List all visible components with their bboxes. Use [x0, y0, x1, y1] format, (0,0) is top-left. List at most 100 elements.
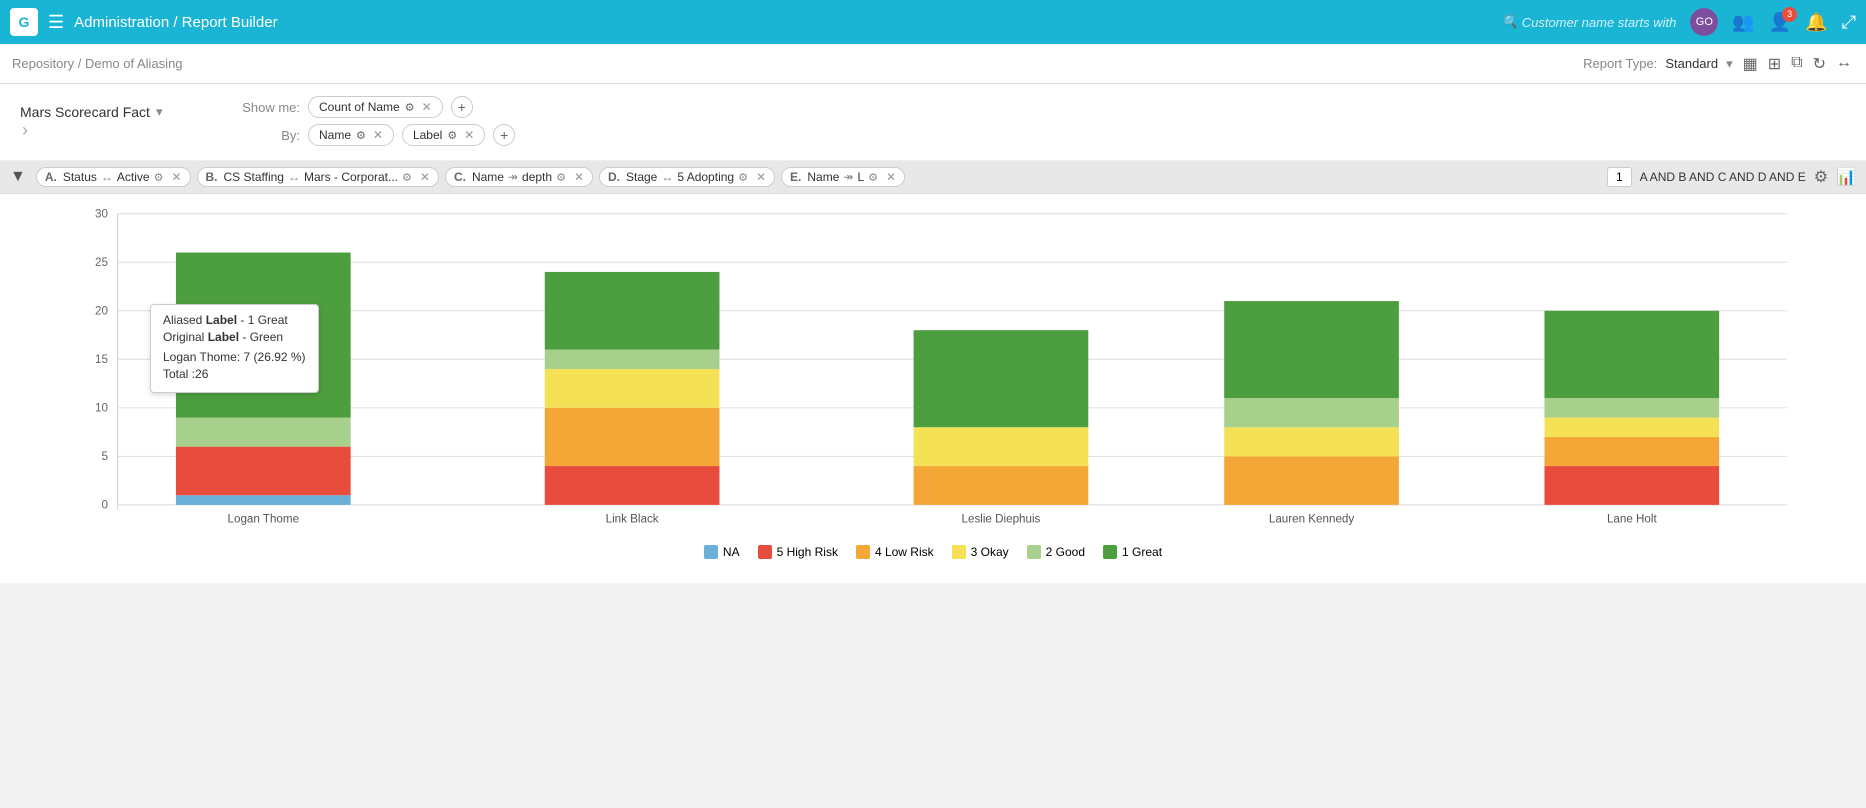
expand-icon[interactable]: ⤢	[1842, 12, 1856, 33]
collapse-arrow[interactable]: ›	[22, 120, 30, 141]
filter-d-gear-icon[interactable]: ⚙	[738, 171, 748, 184]
filter-b-gear-icon[interactable]: ⚙	[402, 171, 412, 184]
show-me-close-icon[interactable]: ✕	[422, 100, 432, 114]
by-label-gear-icon[interactable]: ⚙	[447, 129, 457, 142]
legend-good: 2 Good	[1027, 545, 1085, 559]
filter-d-arrow: ↔	[661, 170, 673, 184]
filter-e-id: E.	[790, 170, 801, 184]
filter-a-close-icon[interactable]: ✕	[171, 170, 181, 184]
legend-na-label: NA	[723, 545, 740, 559]
filter-e-close-icon[interactable]: ✕	[886, 170, 896, 184]
legend-good-label: 2 Good	[1046, 545, 1085, 559]
user-avatar[interactable]: GO	[1690, 8, 1718, 36]
report-type-value: Standard	[1665, 56, 1718, 71]
by-row: By: Name ⚙ ✕ Label ⚙ ✕ +	[240, 124, 1846, 146]
report-type-section: Report Type: Standard ▾ ▦ ⊞ ⧉ ↻ ↔	[1583, 52, 1854, 76]
by-name-gear-icon[interactable]: ⚙	[356, 129, 366, 142]
bell-icon[interactable]: 🔔	[1805, 12, 1827, 33]
notification-badge: 3	[1782, 7, 1797, 22]
filter-d-value: 5 Adopting	[677, 170, 734, 184]
bar-leslie-lowrisk	[914, 466, 1089, 505]
legend-great-label: 1 Great	[1122, 545, 1162, 559]
legend-lowrisk: 4 Low Risk	[856, 545, 934, 559]
svg-text:Leslie Diephuis: Leslie Diephuis	[962, 512, 1041, 525]
page-title: Administration / Report Builder	[74, 14, 1491, 31]
filter-a-arrow: ↔	[101, 170, 113, 184]
legend-okay: 3 Okay	[952, 545, 1009, 559]
avatar-icon[interactable]: GO	[1690, 8, 1718, 36]
show-me-pill[interactable]: Count of Name ⚙ ✕	[308, 96, 443, 118]
bar-link-lowrisk	[545, 408, 720, 466]
sub-navigation: Repository / Demo of Aliasing Report Typ…	[0, 44, 1866, 84]
bar-chart: 0 5 10 15 20 25 30 Logan Thome	[20, 204, 1846, 534]
legend-okay-swatch	[952, 545, 966, 559]
search-placeholder: Customer name starts with	[1522, 15, 1677, 30]
detail-view-icon[interactable]: ⊞	[1766, 52, 1783, 76]
user-profile-icon[interactable]: 👤 3	[1769, 12, 1791, 33]
filter-c-gear-icon[interactable]: ⚙	[556, 171, 566, 184]
filter-a[interactable]: A. Status ↔ Active ⚙ ✕	[36, 167, 191, 187]
by-name-pill[interactable]: Name ⚙ ✕	[308, 124, 394, 146]
mars-scorecard-dropdown[interactable]: Mars Scorecard Fact ▾	[20, 104, 240, 120]
filter-c[interactable]: C. Name ↠ depth ⚙ ✕	[445, 167, 593, 187]
legend-highrisk: 5 High Risk	[758, 545, 838, 559]
chart-toggle-icon[interactable]: 📊	[1836, 167, 1856, 187]
filter-e[interactable]: E. Name ↠ L ⚙ ✕	[781, 167, 905, 187]
breadcrumb: Repository / Demo of Aliasing	[12, 56, 183, 71]
filter-c-id: C.	[454, 170, 466, 184]
bar-lauren-great	[1224, 301, 1399, 398]
by-add-button[interactable]: +	[493, 124, 515, 146]
bar-leslie-great	[914, 330, 1089, 427]
show-me-section: Mars Scorecard Fact ▾ › Show me: Count o…	[0, 84, 1866, 161]
filter-b-name: CS Staffing	[224, 170, 284, 184]
bar-lauren-okay	[1224, 427, 1399, 456]
by-label-close-icon[interactable]: ✕	[464, 128, 474, 142]
breadcrumb-text: Repository / Demo of Aliasing	[12, 56, 183, 71]
refresh-icon[interactable]: ↻	[1811, 52, 1828, 76]
svg-text:25: 25	[95, 256, 108, 269]
filter-e-gear-icon[interactable]: ⚙	[868, 171, 878, 184]
filter-a-gear-icon[interactable]: ⚙	[154, 171, 164, 184]
filter-b-close-icon[interactable]: ✕	[420, 170, 430, 184]
filter-bar: ▼ A. Status ↔ Active ⚙ ✕ B. CS Staffing …	[0, 161, 1866, 194]
by-label-pill[interactable]: Label ⚙ ✕	[402, 124, 485, 146]
bar-logan-highrisk	[176, 447, 351, 496]
bar-lauren-good	[1224, 398, 1399, 427]
fullscreen-icon[interactable]: ↔	[1834, 52, 1854, 76]
filter-icon[interactable]: ▼	[10, 168, 26, 186]
table-view-icon[interactable]: ▦	[1741, 52, 1760, 76]
filter-d[interactable]: D. Stage ↔ 5 Adopting ⚙ ✕	[599, 167, 775, 187]
svg-text:5: 5	[102, 450, 108, 463]
filter-b-value: Mars - Corporat...	[304, 170, 398, 184]
report-type-dropdown-icon[interactable]: ▾	[1726, 56, 1733, 72]
filter-c-name: Name	[472, 170, 504, 184]
filter-d-id: D.	[608, 170, 620, 184]
legend-good-swatch	[1027, 545, 1041, 559]
top-navigation: G ☰ Administration / Report Builder 🔍 Cu…	[0, 0, 1866, 44]
filter-d-close-icon[interactable]: ✕	[756, 170, 766, 184]
show-me-gear-icon[interactable]: ⚙	[405, 101, 415, 114]
filter-b[interactable]: B. CS Staffing ↔ Mars - Corporat... ⚙ ✕	[197, 167, 439, 187]
filter-settings-icon[interactable]: ⚙	[1814, 167, 1828, 187]
legend-lowrisk-label: 4 Low Risk	[875, 545, 934, 559]
search-bar[interactable]: 🔍 Customer name starts with	[1502, 14, 1677, 30]
svg-text:Link Black: Link Black	[606, 512, 659, 525]
filter-c-value: depth	[522, 170, 552, 184]
condition-number[interactable]: 1	[1607, 167, 1632, 187]
mars-scorecard-label: Mars Scorecard Fact	[20, 104, 150, 120]
svg-text:20: 20	[95, 305, 108, 318]
legend-highrisk-label: 5 High Risk	[777, 545, 838, 559]
filter-c-arrow: ↠	[508, 170, 518, 184]
svg-text:Lauren Kennedy: Lauren Kennedy	[1269, 512, 1355, 525]
split-view-icon[interactable]: ⧉	[1789, 52, 1804, 76]
bar-lane-okay	[1544, 418, 1719, 437]
users-icon[interactable]: 👥	[1732, 12, 1754, 33]
show-me-add-button[interactable]: +	[451, 96, 473, 118]
hamburger-menu[interactable]: ☰	[48, 12, 64, 33]
filter-c-close-icon[interactable]: ✕	[574, 170, 584, 184]
bar-logan-great	[176, 253, 351, 418]
bar-lane-great	[1544, 311, 1719, 398]
condition-expression: A AND B AND C AND D AND E	[1640, 170, 1806, 184]
by-name-close-icon[interactable]: ✕	[373, 128, 383, 142]
count-of-name-text: Count of Name	[319, 100, 400, 114]
